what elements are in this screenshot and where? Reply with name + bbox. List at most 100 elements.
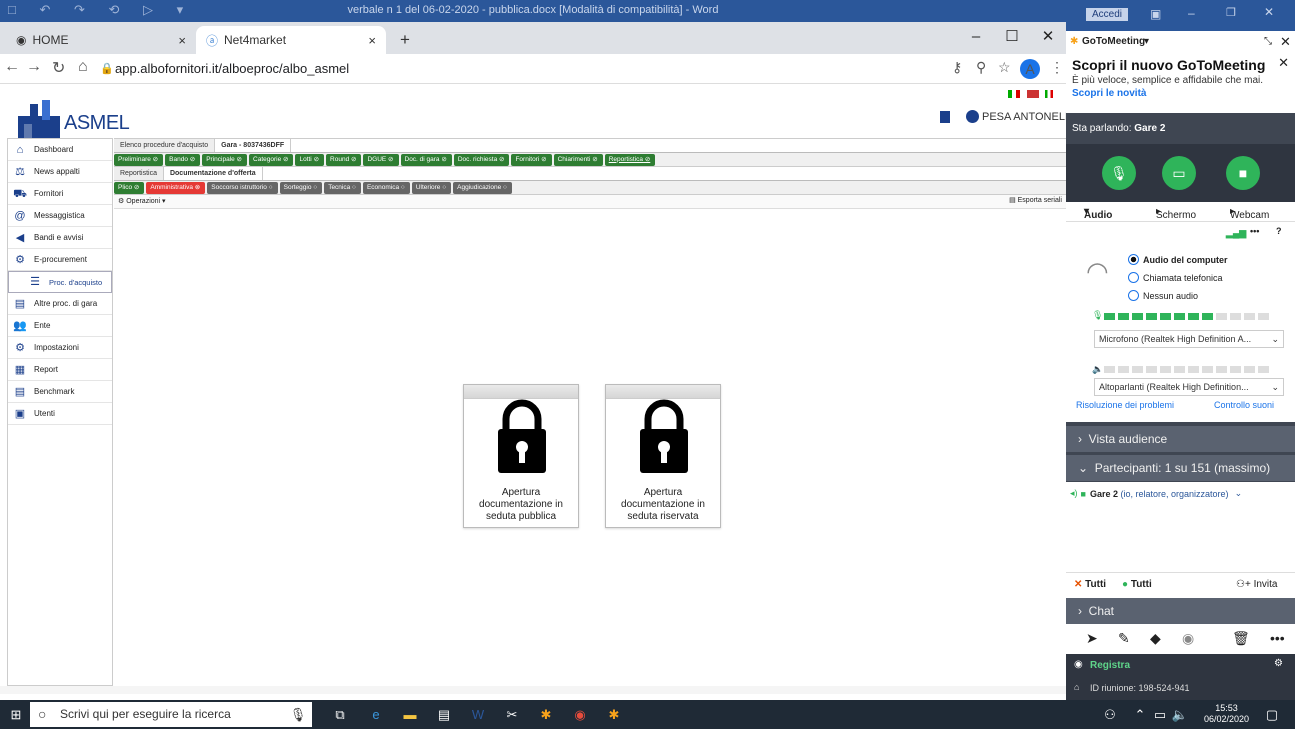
- gtm-title[interactable]: GoToMeeting: [1082, 36, 1145, 47]
- phase-ulteriore[interactable]: Ulteriore ○: [411, 181, 452, 194]
- step-fornitori[interactable]: Fornitori ⊘: [511, 153, 552, 166]
- word-close-button[interactable]: ✕: [1264, 5, 1274, 19]
- zoom-icon[interactable]: ⚲: [976, 59, 986, 76]
- tab-net4market[interactable]: ⓐ Net4market ×: [196, 26, 386, 54]
- task-view-icon[interactable]: ⧉: [330, 705, 350, 725]
- sidebar-item-dashboard[interactable]: ⌂ Dashboard: [8, 139, 112, 161]
- close-promo-icon[interactable]: ✕: [1278, 55, 1289, 71]
- step-doc-richiesta[interactable]: Doc. richiesta ⊘: [453, 153, 510, 166]
- microphone-icon[interactable]: 🎙: [288, 705, 308, 725]
- pointer-icon[interactable]: ➤: [1086, 630, 1098, 647]
- edge-icon[interactable]: e: [366, 705, 386, 725]
- highlighter-icon[interactable]: ◆: [1150, 630, 1161, 647]
- mute-all-button[interactable]: ✕ Tutti: [1074, 579, 1106, 590]
- word-icon[interactable]: W: [468, 705, 488, 725]
- word-minimize-button[interactable]: –: [1188, 6, 1195, 20]
- audience-view-section[interactable]: › Vista audience: [1066, 426, 1295, 452]
- tray-chevron-icon[interactable]: ⌃: [1130, 705, 1150, 725]
- tab-documentazione-d-offerta[interactable]: Documentazione d'offerta: [163, 167, 263, 180]
- phase-aggiudicazione[interactable]: Aggiudicazione ○: [453, 181, 512, 194]
- tab-webcam[interactable]: Webcam ▸: [1230, 206, 1269, 221]
- sidebar-item-utenti[interactable]: ▣ Utenti: [8, 403, 112, 425]
- menu-icon[interactable]: ⋮: [1050, 59, 1064, 76]
- step-round[interactable]: Round ⊘: [326, 153, 362, 166]
- record-button[interactable]: Registra: [1090, 660, 1130, 671]
- participant-row[interactable]: ◂) ■ Gare 2 (io, relatore, organizzatore…: [1066, 482, 1295, 505]
- sidebar-item-e-procurement[interactable]: ⚙ E-procurement: [8, 249, 112, 271]
- step-principale[interactable]: Principale ⊘: [202, 153, 248, 166]
- new-tab-button[interactable]: +: [390, 26, 420, 54]
- speaker-select[interactable]: Altoparlanti (Realtek High Definition...…: [1094, 378, 1284, 396]
- export-serials-button[interactable]: ▤ Esporta seriali: [1009, 196, 1062, 204]
- user-name[interactable]: PESA ANTONELLO: [982, 111, 1080, 123]
- sound-check-link[interactable]: Controllo suoni: [1214, 400, 1274, 410]
- laser-icon[interactable]: ◉: [1182, 630, 1194, 647]
- close-window-button[interactable]: ✕: [1030, 22, 1066, 54]
- phase-economica[interactable]: Economica ○: [362, 181, 410, 194]
- key-icon[interactable]: ⚷: [952, 59, 962, 76]
- snipping-icon[interactable]: ✂: [502, 705, 522, 725]
- microphone-select[interactable]: Microfono (Realtek High Definition A... ⌄: [1094, 330, 1284, 348]
- sidebar-item-bandi-e-avvisi[interactable]: ◀ Bandi e avvisi: [8, 227, 112, 249]
- tab-screen[interactable]: Schermo ▸: [1156, 206, 1196, 221]
- volume-icon[interactable]: 🔈: [1170, 705, 1190, 725]
- microphone-button[interactable]: 🎙: [1102, 156, 1136, 190]
- gotomeeting-app-icon[interactable]: ✱: [604, 705, 624, 725]
- settings-icon[interactable]: ⚙: [1274, 658, 1283, 669]
- step-preliminare[interactable]: Preliminare ⊘: [114, 153, 164, 166]
- close-tab-icon[interactable]: ×: [368, 33, 376, 48]
- book-icon[interactable]: [940, 110, 950, 123]
- help-icon[interactable]: ?: [1276, 226, 1282, 236]
- pen-icon[interactable]: ✎: [1118, 630, 1130, 647]
- gotomeeting-taskbar-icon[interactable]: ✱: [536, 705, 556, 725]
- star-icon[interactable]: ☆: [998, 59, 1011, 76]
- sidebar-item-benchmark[interactable]: ▤ Benchmark: [8, 381, 112, 403]
- phase-tecnica[interactable]: Tecnica ○: [324, 181, 361, 194]
- chat-section[interactable]: › Chat: [1066, 598, 1295, 624]
- webcam-button[interactable]: ■: [1226, 156, 1260, 190]
- more-icon[interactable]: •••: [1250, 226, 1259, 236]
- step-chiarimenti[interactable]: Chiarimenti ⊘: [553, 153, 603, 166]
- step-doc-di-gara[interactable]: Doc. di gara ⊘: [400, 153, 452, 166]
- file-explorer-icon[interactable]: ▬: [400, 705, 420, 725]
- minimize-button[interactable]: –: [958, 22, 994, 54]
- asmel-logo[interactable]: ASMEL: [16, 98, 130, 138]
- sidebar-item-altre-proc-di-gara[interactable]: ▤ Altre proc. di gara: [8, 293, 112, 315]
- step-bando[interactable]: Bando ⊘: [165, 153, 201, 166]
- operations-menu[interactable]: Operazioni: [126, 198, 160, 205]
- tab-elenco-procedure-d-acquisto[interactable]: Elenco procedure d'acquisto: [114, 139, 216, 152]
- taskbar-search[interactable]: ○ Scrivi qui per eseguire la ricerca: [30, 702, 312, 727]
- profile-avatar[interactable]: A: [1020, 59, 1040, 79]
- audio-phone-radio[interactable]: Chiamata telefonica: [1128, 272, 1223, 283]
- step-reportistica[interactable]: Reportistica ⊘: [604, 153, 656, 166]
- close-icon[interactable]: ✕: [1280, 34, 1291, 50]
- phase-sorteggio[interactable]: Sorteggio ○: [279, 181, 323, 194]
- tab-audio[interactable]: Audio ▾: [1084, 206, 1112, 221]
- chevron-down-icon[interactable]: ⌄: [1235, 488, 1243, 499]
- chrome-taskbar-icon[interactable]: ◉: [570, 705, 590, 725]
- step-dgue[interactable]: DGUE ⊘: [363, 153, 399, 166]
- invite-button[interactable]: ⚇+ Invita: [1236, 579, 1278, 590]
- sidebar-item-ente[interactable]: 👥 Ente: [8, 315, 112, 337]
- participants-section[interactable]: ⌄ Partecipanti: 1 su 151 (massimo): [1066, 455, 1295, 481]
- flag-icon[interactable]: [1045, 90, 1054, 98]
- store-icon[interactable]: ▤: [434, 705, 454, 725]
- audio-computer-radio[interactable]: Audio del computer: [1128, 254, 1228, 265]
- open-public-session-button[interactable]: Apertura documentazione in seduta pubbli…: [463, 384, 579, 528]
- promo-link[interactable]: Scopri le novità: [1072, 88, 1289, 99]
- network-icon[interactable]: ▭: [1150, 705, 1170, 725]
- notifications-icon[interactable]: ▢: [1262, 705, 1282, 725]
- tab-home[interactable]: ◉ HOME ×: [6, 26, 196, 54]
- word-restore-button[interactable]: ❐: [1226, 6, 1236, 19]
- screen-share-button[interactable]: ▭: [1162, 156, 1196, 190]
- close-tab-icon[interactable]: ×: [178, 33, 186, 48]
- home-icon[interactable]: ⌂: [78, 58, 88, 76]
- sidebar-item-news-appalti[interactable]: ⚖ News appalti: [8, 161, 112, 183]
- language-flags[interactable]: [1008, 90, 1054, 100]
- tab-reportistica[interactable]: Reportistica: [114, 167, 164, 180]
- back-icon[interactable]: ←: [4, 58, 20, 76]
- sidebar-item-proc-d-acquisto[interactable]: ☰ Proc. d'acquisto: [8, 271, 112, 293]
- url-field[interactable]: app.albofornitori.it/alboeproc/albo_asme…: [115, 61, 349, 76]
- phase-soccorso-istruttorio[interactable]: Soccorso istruttorio ○: [207, 181, 278, 194]
- sidebar-item-messaggistica[interactable]: @ Messaggistica: [8, 205, 112, 227]
